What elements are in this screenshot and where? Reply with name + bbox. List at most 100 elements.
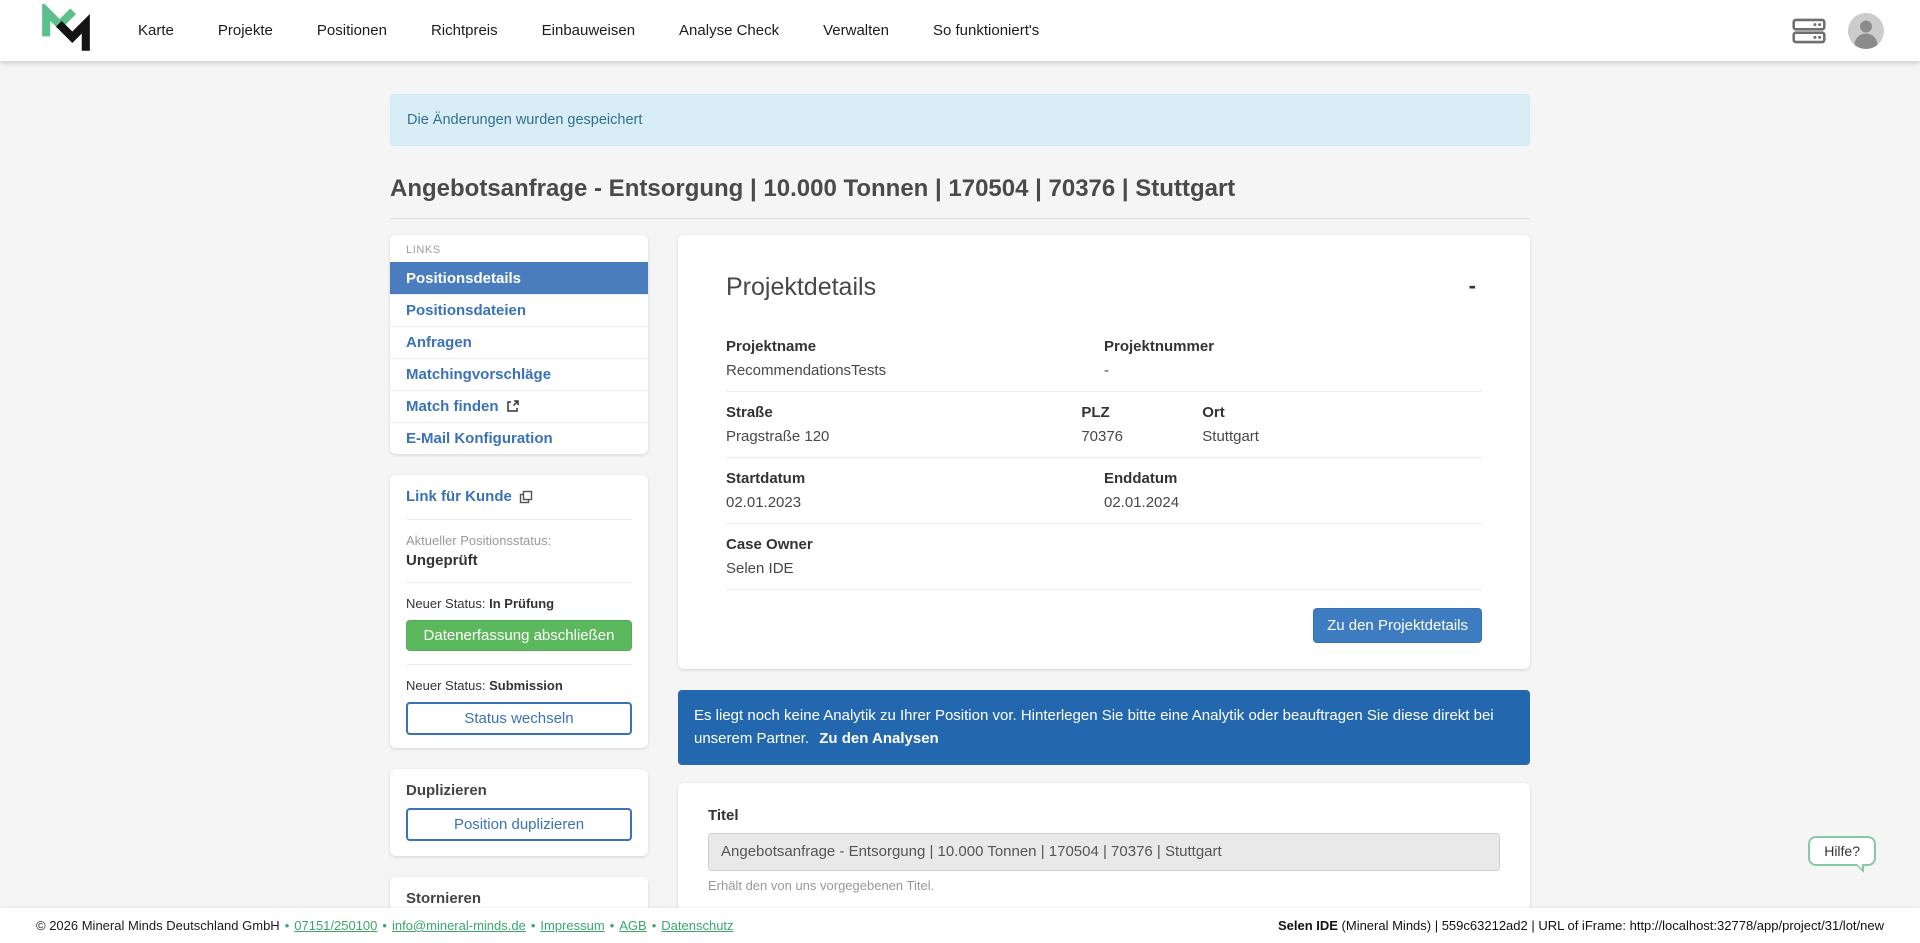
field-value: - [1104,362,1482,379]
nav-item-karte[interactable]: Karte [138,22,174,39]
sidebar-item-label: Matchingvorschläge [406,366,551,383]
field-label: Enddatum [1104,470,1482,487]
to-analyses-link[interactable]: Zu den Analysen [819,730,938,747]
field-value: Stuttgart [1202,428,1482,445]
field-value: 02.01.2023 [726,494,1104,511]
footer: © 2026 Mineral Minds Deutschland GmbH 07… [0,908,1920,943]
sidebar-item-label: Positionsdateien [406,302,526,319]
customer-link-label: Link für Kunde [406,488,512,505]
field-label: Ort [1202,404,1482,421]
status-card: Link für Kunde Aktueller Positionsstatus… [390,475,648,748]
footer-left: © 2026 Mineral Minds Deutschland GmbH 07… [36,918,734,933]
dates-row: Startdatum 02.01.2023 Enddatum 02.01.202… [726,458,1482,524]
field-label: Projektnummer [1104,338,1482,355]
mineral-minds-logo[interactable] [36,2,96,60]
sidebar-item-match-finden[interactable]: Match finden [390,390,648,422]
collapse-icon[interactable]: - [1463,273,1482,299]
new-status-line: Neuer Status: Submission [406,678,632,693]
project-details-card: Projektdetails - Projektname Recommendat… [678,235,1530,669]
server-status-icon[interactable] [1792,16,1826,46]
field-label: PLZ [1081,404,1202,421]
address-row: Straße Pragstraße 120 PLZ 70376 Ort Stut… [726,392,1482,458]
sidebar-item-email-konfiguration[interactable]: E-Mail Konfiguration [390,422,648,454]
user-avatar-icon[interactable] [1848,13,1884,49]
main-nav: Karte Projekte Positionen Richtpreis Ein… [138,22,1039,39]
page-content: Die Änderungen wurden gespeichert Angebo… [0,61,1920,908]
footer-link-agb[interactable]: AGB [605,918,647,933]
sidebar: LINKS Positionsdetails Positionsdateien … [390,235,648,908]
nav-item-einbauweisen[interactable]: Einbauweisen [542,22,635,39]
nav-item-so-funktionierts[interactable]: So funktioniert's [933,22,1039,39]
sidebar-item-label: Match finden [406,398,499,415]
new-status-label: Neuer Status: [406,596,486,611]
position-form-card: Titel Erhält den von uns vorgegebenen Ti… [678,783,1530,909]
sidebar-item-positionsdetails[interactable]: Positionsdetails [390,262,648,294]
links-card-header: LINKS [390,235,648,262]
cancel-title: Stornieren [406,890,632,907]
new-status-line: Neuer Status: In Prüfung [406,596,632,611]
sidebar-item-label: Positionsdetails [406,270,521,287]
field-label: Startdatum [726,470,1104,487]
field-value: Pragstraße 120 [726,428,1081,445]
field-value: RecommendationsTests [726,362,1104,379]
sidebar-item-label: Anfragen [406,334,472,351]
field-label: Case Owner [726,536,1482,553]
duplicate-position-button[interactable]: Position duplizieren [406,808,632,841]
nav-item-analyse-check[interactable]: Analyse Check [679,22,779,39]
footer-link-phone[interactable]: 07151/250100 [280,918,378,933]
header-actions [1792,13,1884,49]
alert-message: Die Änderungen wurden gespeichert [407,112,642,128]
main-column: Projektdetails - Projektname Recommendat… [678,235,1530,908]
new-status-value: Submission [489,678,563,693]
field-label: Straße [726,404,1081,421]
title-help-text: Erhält den von uns vorgegebenen Titel. [708,878,1500,893]
sidebar-item-matchingvorschlaege[interactable]: Matchingvorschläge [390,358,648,390]
duplicate-title: Duplizieren [406,782,632,799]
help-button-label: Hilfe? [1824,843,1860,859]
analytics-banner: Es liegt noch keine Analytik zu Ihrer Po… [678,690,1530,765]
copy-icon [519,490,533,504]
to-project-details-button[interactable]: Zu den Projektdetails [1313,608,1482,643]
new-status-label: Neuer Status: [406,678,486,693]
current-status-value: Ungeprüft [406,552,632,569]
sidebar-item-label: E-Mail Konfiguration [406,430,553,447]
field-label: Projektname [726,338,1104,355]
top-navbar: Karte Projekte Positionen Richtpreis Ein… [0,0,1920,61]
footer-session-info: Selen IDE (Mineral Minds) | 559c63212ad2… [1278,918,1884,933]
links-card: LINKS Positionsdetails Positionsdateien … [390,235,648,454]
app-window: Karte Projekte Positionen Richtpreis Ein… [0,0,1920,943]
page-title: Angebotsanfrage - Entsorgung | 10.000 To… [390,175,1530,219]
success-alert: Die Änderungen wurden gespeichert [390,94,1530,146]
logo-icon [39,4,93,58]
switch-status-button[interactable]: Status wechseln [406,702,632,735]
new-status-value: In Prüfung [489,596,554,611]
session-details: (Mineral Minds) | 559c63212ad2 | URL of … [1338,918,1884,933]
field-value: 70376 [1081,428,1202,445]
field-value: 02.01.2024 [1104,494,1482,511]
footer-link-impressum[interactable]: Impressum [526,918,605,933]
nav-item-positionen[interactable]: Positionen [317,22,387,39]
session-user: Selen IDE [1278,918,1338,933]
current-status-label: Aktueller Positionsstatus: [406,533,632,548]
sidebar-item-anfragen[interactable]: Anfragen [390,326,648,358]
nav-item-verwalten[interactable]: Verwalten [823,22,889,39]
footer-link-email[interactable]: info@mineral-minds.de [377,918,525,933]
customer-link[interactable]: Link für Kunde [406,488,533,505]
sidebar-item-positionsdateien[interactable]: Positionsdateien [390,294,648,326]
external-link-icon [506,400,519,413]
analytics-banner-text: Es liegt noch keine Analytik zu Ihrer Po… [694,707,1494,747]
complete-data-entry-button[interactable]: Datenerfassung abschließen [406,620,632,651]
footer-link-datenschutz[interactable]: Datenschutz [647,918,734,933]
help-button[interactable]: Hilfe? [1808,836,1876,866]
copyright-text: © 2026 Mineral Minds Deutschland GmbH [36,918,280,933]
nav-item-richtpreis[interactable]: Richtpreis [431,22,498,39]
case-owner-row: Case Owner Selen IDE [726,524,1482,590]
title-input [708,833,1500,871]
field-value: Selen IDE [726,560,1482,577]
duplicate-card: Duplizieren Position duplizieren [390,769,648,856]
project-name-row: Projektname RecommendationsTests Projekt… [726,326,1482,392]
title-field-label: Titel [708,807,1500,824]
cancel-card: Stornieren Stornieren [390,877,648,908]
project-details-title: Projektdetails [726,273,876,302]
nav-item-projekte[interactable]: Projekte [218,22,273,39]
